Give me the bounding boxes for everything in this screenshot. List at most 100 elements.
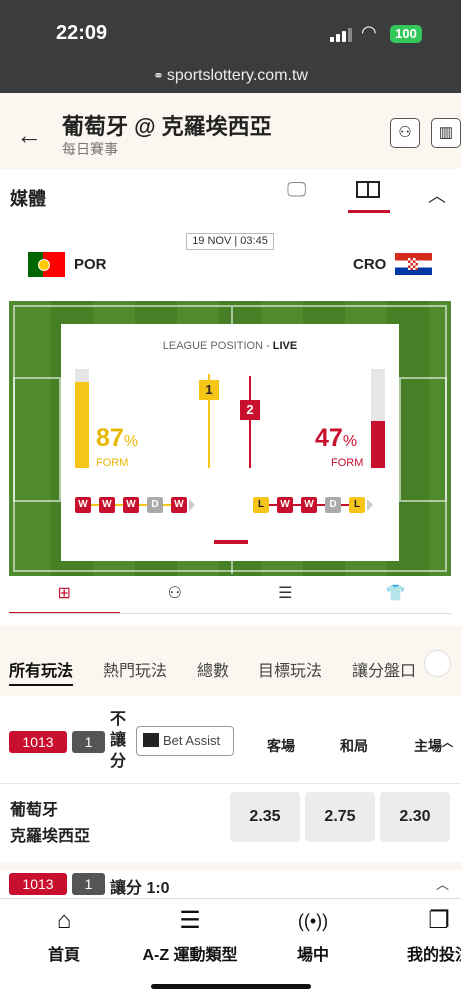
- back-arrow-icon[interactable]: ←: [16, 120, 42, 151]
- nav-my-bets[interactable]: ❐ 我的投注: [401, 907, 461, 965]
- away-form-label: FORM: [331, 457, 364, 469]
- form-connector: [163, 504, 171, 506]
- list-icon: ☰: [278, 585, 293, 602]
- carousel-dot[interactable]: [72, 540, 106, 544]
- nav-live[interactable]: ((•)) 場中: [285, 907, 341, 965]
- tab-shirt-icon[interactable]: 👕: [341, 580, 452, 614]
- form-connector: [317, 504, 325, 506]
- nav-home[interactable]: ⌂ 首頁: [38, 907, 90, 965]
- shirt-icon: 👕: [385, 585, 406, 602]
- team-name-2: 克羅埃西亞: [10, 828, 91, 845]
- url-text: sportslottery.com.tw: [166, 67, 308, 84]
- odd-away-button[interactable]: 2.35: [230, 792, 300, 842]
- lineup-icon: ⚇: [167, 585, 182, 602]
- home-position-badge: 1: [199, 380, 219, 400]
- market-num-badge: 1: [72, 873, 105, 895]
- detail-tabs: ⊞ ⚇ ☰ 👕: [9, 580, 451, 614]
- form-result-chip: W: [99, 497, 115, 513]
- home-icon: ⌂: [56, 907, 72, 934]
- tab-pitch-icon[interactable]: ⊞: [9, 580, 120, 614]
- home-team-code: POR: [74, 256, 107, 273]
- tab-all-markets[interactable]: 所有玩法: [9, 657, 74, 686]
- menu-icon: ☰: [179, 907, 201, 934]
- away-form-sequence: LWWDL: [253, 496, 373, 514]
- tab-popular[interactable]: 熱門玩法: [103, 657, 167, 681]
- team-name-1: 葡萄牙: [10, 802, 59, 819]
- more-tabs-button[interactable]: [424, 650, 451, 677]
- live-signal-icon: ((•)): [297, 911, 329, 931]
- form-result-chip: W: [301, 497, 317, 513]
- market-id-badge: 1013: [9, 731, 67, 753]
- url-bar[interactable]: ⚭ sportslottery.com.tw: [0, 62, 461, 93]
- form-result-chip: W: [171, 497, 187, 513]
- carousel-indicator[interactable]: [72, 540, 390, 545]
- away-form-bar: [371, 369, 385, 468]
- form-result-chip: L: [253, 497, 269, 513]
- pitch-view-icon[interactable]: [356, 181, 380, 198]
- portugal-flag-icon: [28, 252, 65, 277]
- market-header-2: 1013 1 讓分 1:0 ︿: [0, 870, 461, 898]
- battery-icon: 100: [390, 25, 422, 43]
- bar-chart-icon: [143, 733, 159, 747]
- form-connector: [139, 504, 147, 506]
- media-bar: 媒體 🖵 ︿: [0, 169, 461, 221]
- form-connector: [269, 504, 277, 506]
- home-indicator: [151, 984, 311, 989]
- chevron-up-icon[interactable]: ︿: [436, 874, 449, 893]
- tab-handicap[interactable]: 讓分盤口: [352, 657, 416, 681]
- odd-draw-button[interactable]: 2.75: [305, 792, 375, 842]
- form-connector: [115, 504, 123, 506]
- carousel-dot[interactable]: [355, 540, 390, 544]
- tab-totals[interactable]: 總數: [197, 657, 229, 681]
- match-datetime: 19 NOV | 03:45: [186, 233, 274, 250]
- status-time: 22:09: [56, 22, 108, 44]
- away-form-percent: 47%: [315, 424, 358, 452]
- form-connector: [341, 504, 349, 506]
- market-id-badge: 1013: [9, 873, 67, 895]
- form-arrow-icon: [189, 499, 195, 511]
- signal-icon: [330, 28, 354, 42]
- bet-assist-label: Bet Assist: [163, 733, 221, 748]
- home-form-percent: 87%: [96, 424, 139, 452]
- odd-home-button[interactable]: 2.30: [380, 792, 450, 842]
- carousel-dot[interactable]: [213, 540, 248, 544]
- league-position-card: LEAGUE POSITION - LIVE 87% FORM 1 2 47% …: [61, 324, 399, 561]
- form-arrow-icon: [367, 499, 373, 511]
- croatia-flag-icon: [395, 253, 432, 275]
- form-result-chip: L: [349, 497, 365, 513]
- form-result-chip: W: [277, 497, 293, 513]
- form-result-chip: W: [75, 497, 91, 513]
- tab-goals[interactable]: 目標玩法: [258, 657, 322, 681]
- away-team-code: CRO: [353, 256, 387, 273]
- column-home: 主場: [414, 738, 442, 754]
- tv-icon[interactable]: 🖵: [287, 179, 306, 202]
- carousel-dot[interactable]: [119, 540, 154, 544]
- carousel-dot[interactable]: [261, 540, 296, 544]
- page-header: ← 葡萄牙 @ 克羅埃西亞 每日賽事 ⚇ ▥: [0, 93, 461, 169]
- league-position-title: LEAGUE POSITION - LIVE: [162, 340, 298, 352]
- nav-sports-az[interactable]: ☰ A-Z 運動類型: [135, 907, 245, 965]
- carousel-dot[interactable]: [308, 540, 343, 544]
- pitch-icon: ⊞: [57, 585, 71, 602]
- form-result-chip: D: [325, 497, 341, 513]
- bar-chart-icon: ▥: [438, 124, 454, 141]
- tab-lineup-icon[interactable]: ⚇: [120, 580, 231, 614]
- lineup-icon: ⚇: [398, 124, 412, 141]
- market-handicap-label: 讓分 1:0: [110, 880, 170, 897]
- stats-button[interactable]: ▥: [431, 118, 461, 148]
- market-tabs: 所有玩法 熱門玩法 總數 目標玩法 讓分盤口: [0, 626, 461, 696]
- bets-icon: ❐: [428, 907, 450, 934]
- lineup-button[interactable]: ⚇: [390, 118, 420, 148]
- carousel-dot[interactable]: [166, 540, 201, 544]
- wifi-icon: ◠: [361, 22, 377, 42]
- market-type-label: 不讓分: [110, 711, 127, 770]
- tab-list-icon[interactable]: ☰: [230, 580, 341, 614]
- site-icon: ⚭: [153, 68, 164, 83]
- form-result-chip: W: [123, 497, 139, 513]
- status-bar: 22:09 ◠ 100: [0, 0, 461, 62]
- away-position-badge: 2: [240, 400, 260, 420]
- chevron-up-icon[interactable]: ︿: [428, 182, 446, 208]
- chevron-up-icon[interactable]: ︿: [442, 734, 453, 750]
- bet-assist-button[interactable]: Bet Assist: [136, 726, 234, 756]
- away-position-line: [249, 376, 251, 468]
